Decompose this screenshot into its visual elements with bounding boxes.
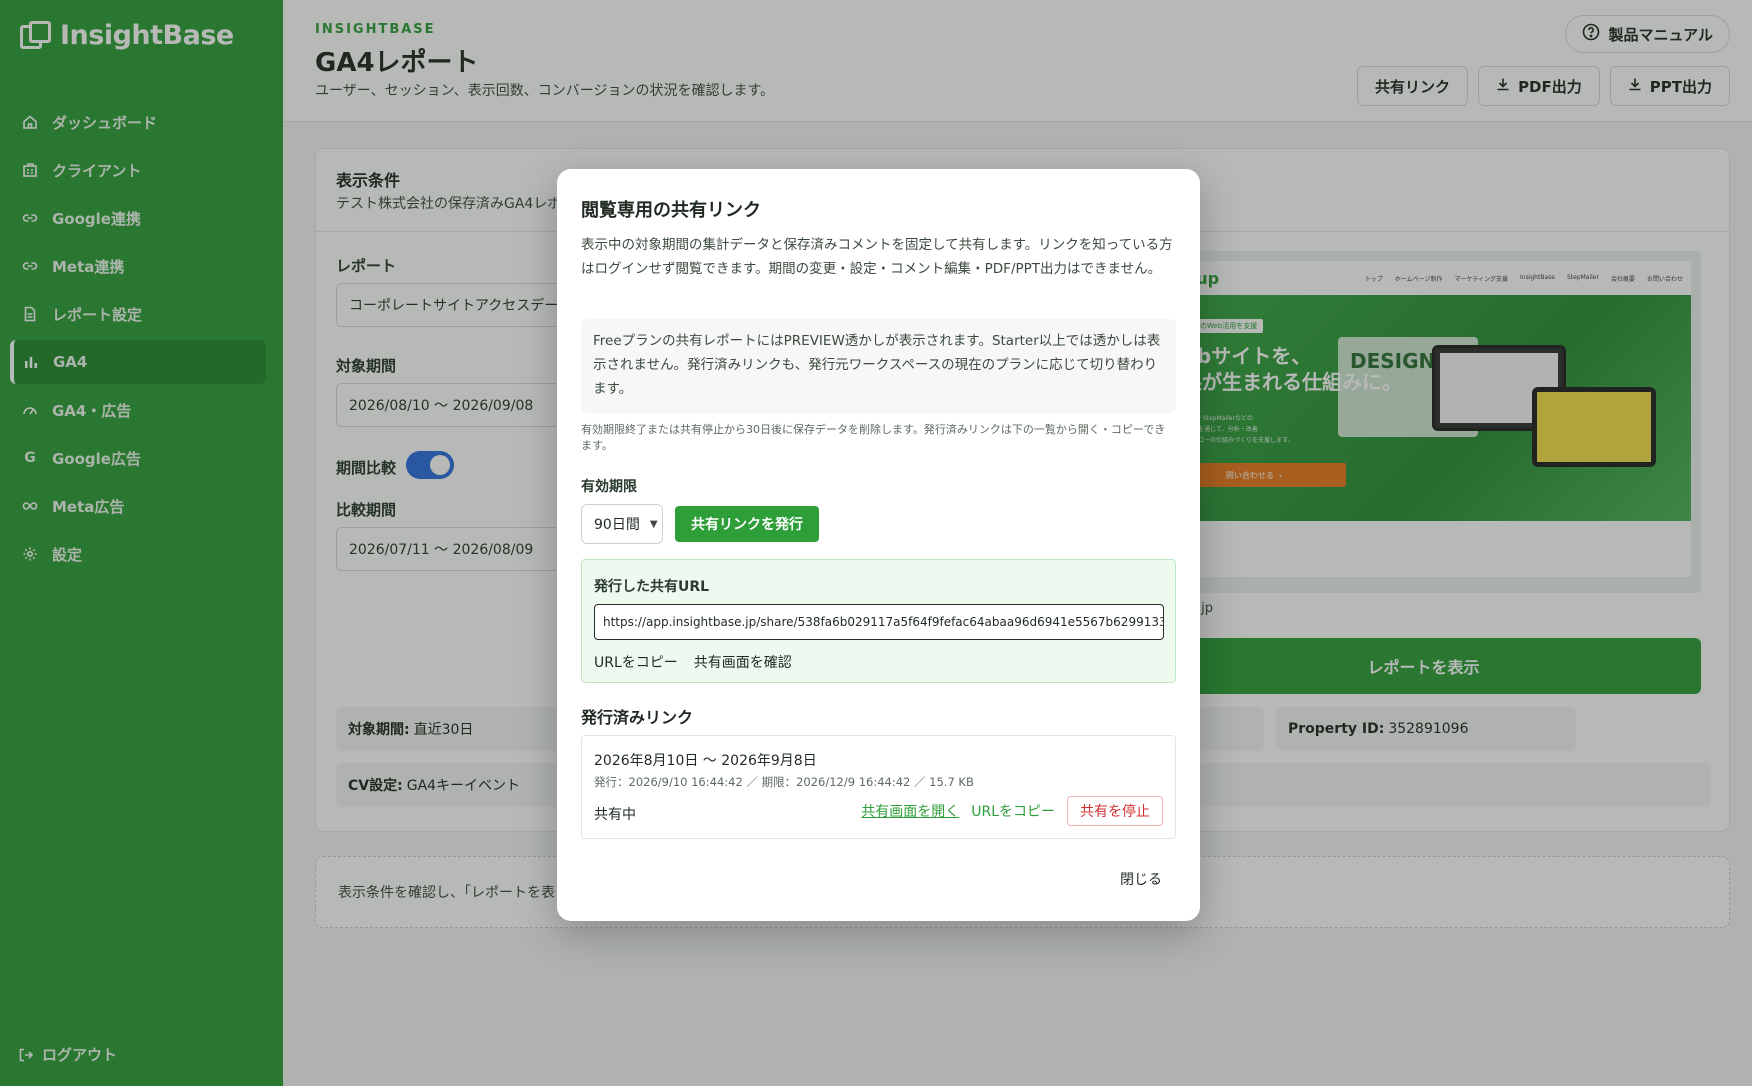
- dialog-description: 表示中の対象期間の集計データと保存済みコメントを固定して共有します。リンクを知っ…: [581, 237, 1173, 277]
- expiry-label: 有効期限: [581, 479, 637, 495]
- issued-url-actions: URLをコピー 共有画面を確認: [594, 652, 792, 672]
- open-share-link[interactable]: 共有画面を開く: [861, 801, 959, 821]
- chevron-down-icon: ▼: [649, 518, 658, 530]
- link-status: 共有中: [594, 807, 636, 823]
- copy-link-button[interactable]: URLをコピー: [971, 801, 1055, 821]
- stop-sharing-button[interactable]: 共有を停止: [1067, 796, 1163, 826]
- plan-watermark-note: Freeプランの共有レポートにはPREVIEW透かしが表示されます。Starte…: [581, 319, 1176, 413]
- link-range: 2026年8月10日 〜 2026年9月8日: [594, 753, 817, 769]
- share-link-dialog: 閲覧専用の共有リンク 表示中の対象期間の集計データと保存済みコメントを固定して共…: [557, 169, 1200, 921]
- issued-url-input[interactable]: https://app.insightbase.jp/share/538fa6b…: [594, 604, 1164, 640]
- expiry-value: 90日間: [594, 517, 640, 533]
- issued-link-item: 2026年8月10日 〜 2026年9月8日 発行：2026/9/10 16:4…: [581, 735, 1176, 839]
- link-meta: 発行：2026/9/10 16:44:42 ／ 期限：2026/12/9 16:…: [594, 775, 974, 789]
- link-actions: 共有画面を開く URLをコピー 共有を停止: [861, 796, 1163, 826]
- issue-share-link-button[interactable]: 共有リンクを発行: [675, 506, 819, 542]
- copy-url-button[interactable]: URLをコピー: [594, 652, 678, 672]
- issued-links-title: 発行済みリンク: [581, 708, 694, 727]
- issued-url-box: 発行した共有URL https://app.insightbase.jp/sha…: [581, 559, 1176, 683]
- expiry-select[interactable]: 90日間 ▼: [581, 504, 663, 544]
- retention-note: 有効期限終了または共有停止から30日後に保存データを削除します。発行済みリンクは…: [581, 423, 1166, 452]
- close-dialog-button[interactable]: 閉じる: [1120, 869, 1162, 889]
- check-share-button[interactable]: 共有画面を確認: [694, 652, 792, 672]
- dialog-title: 閲覧専用の共有リンク: [581, 200, 761, 221]
- issued-url-label: 発行した共有URL: [594, 579, 710, 595]
